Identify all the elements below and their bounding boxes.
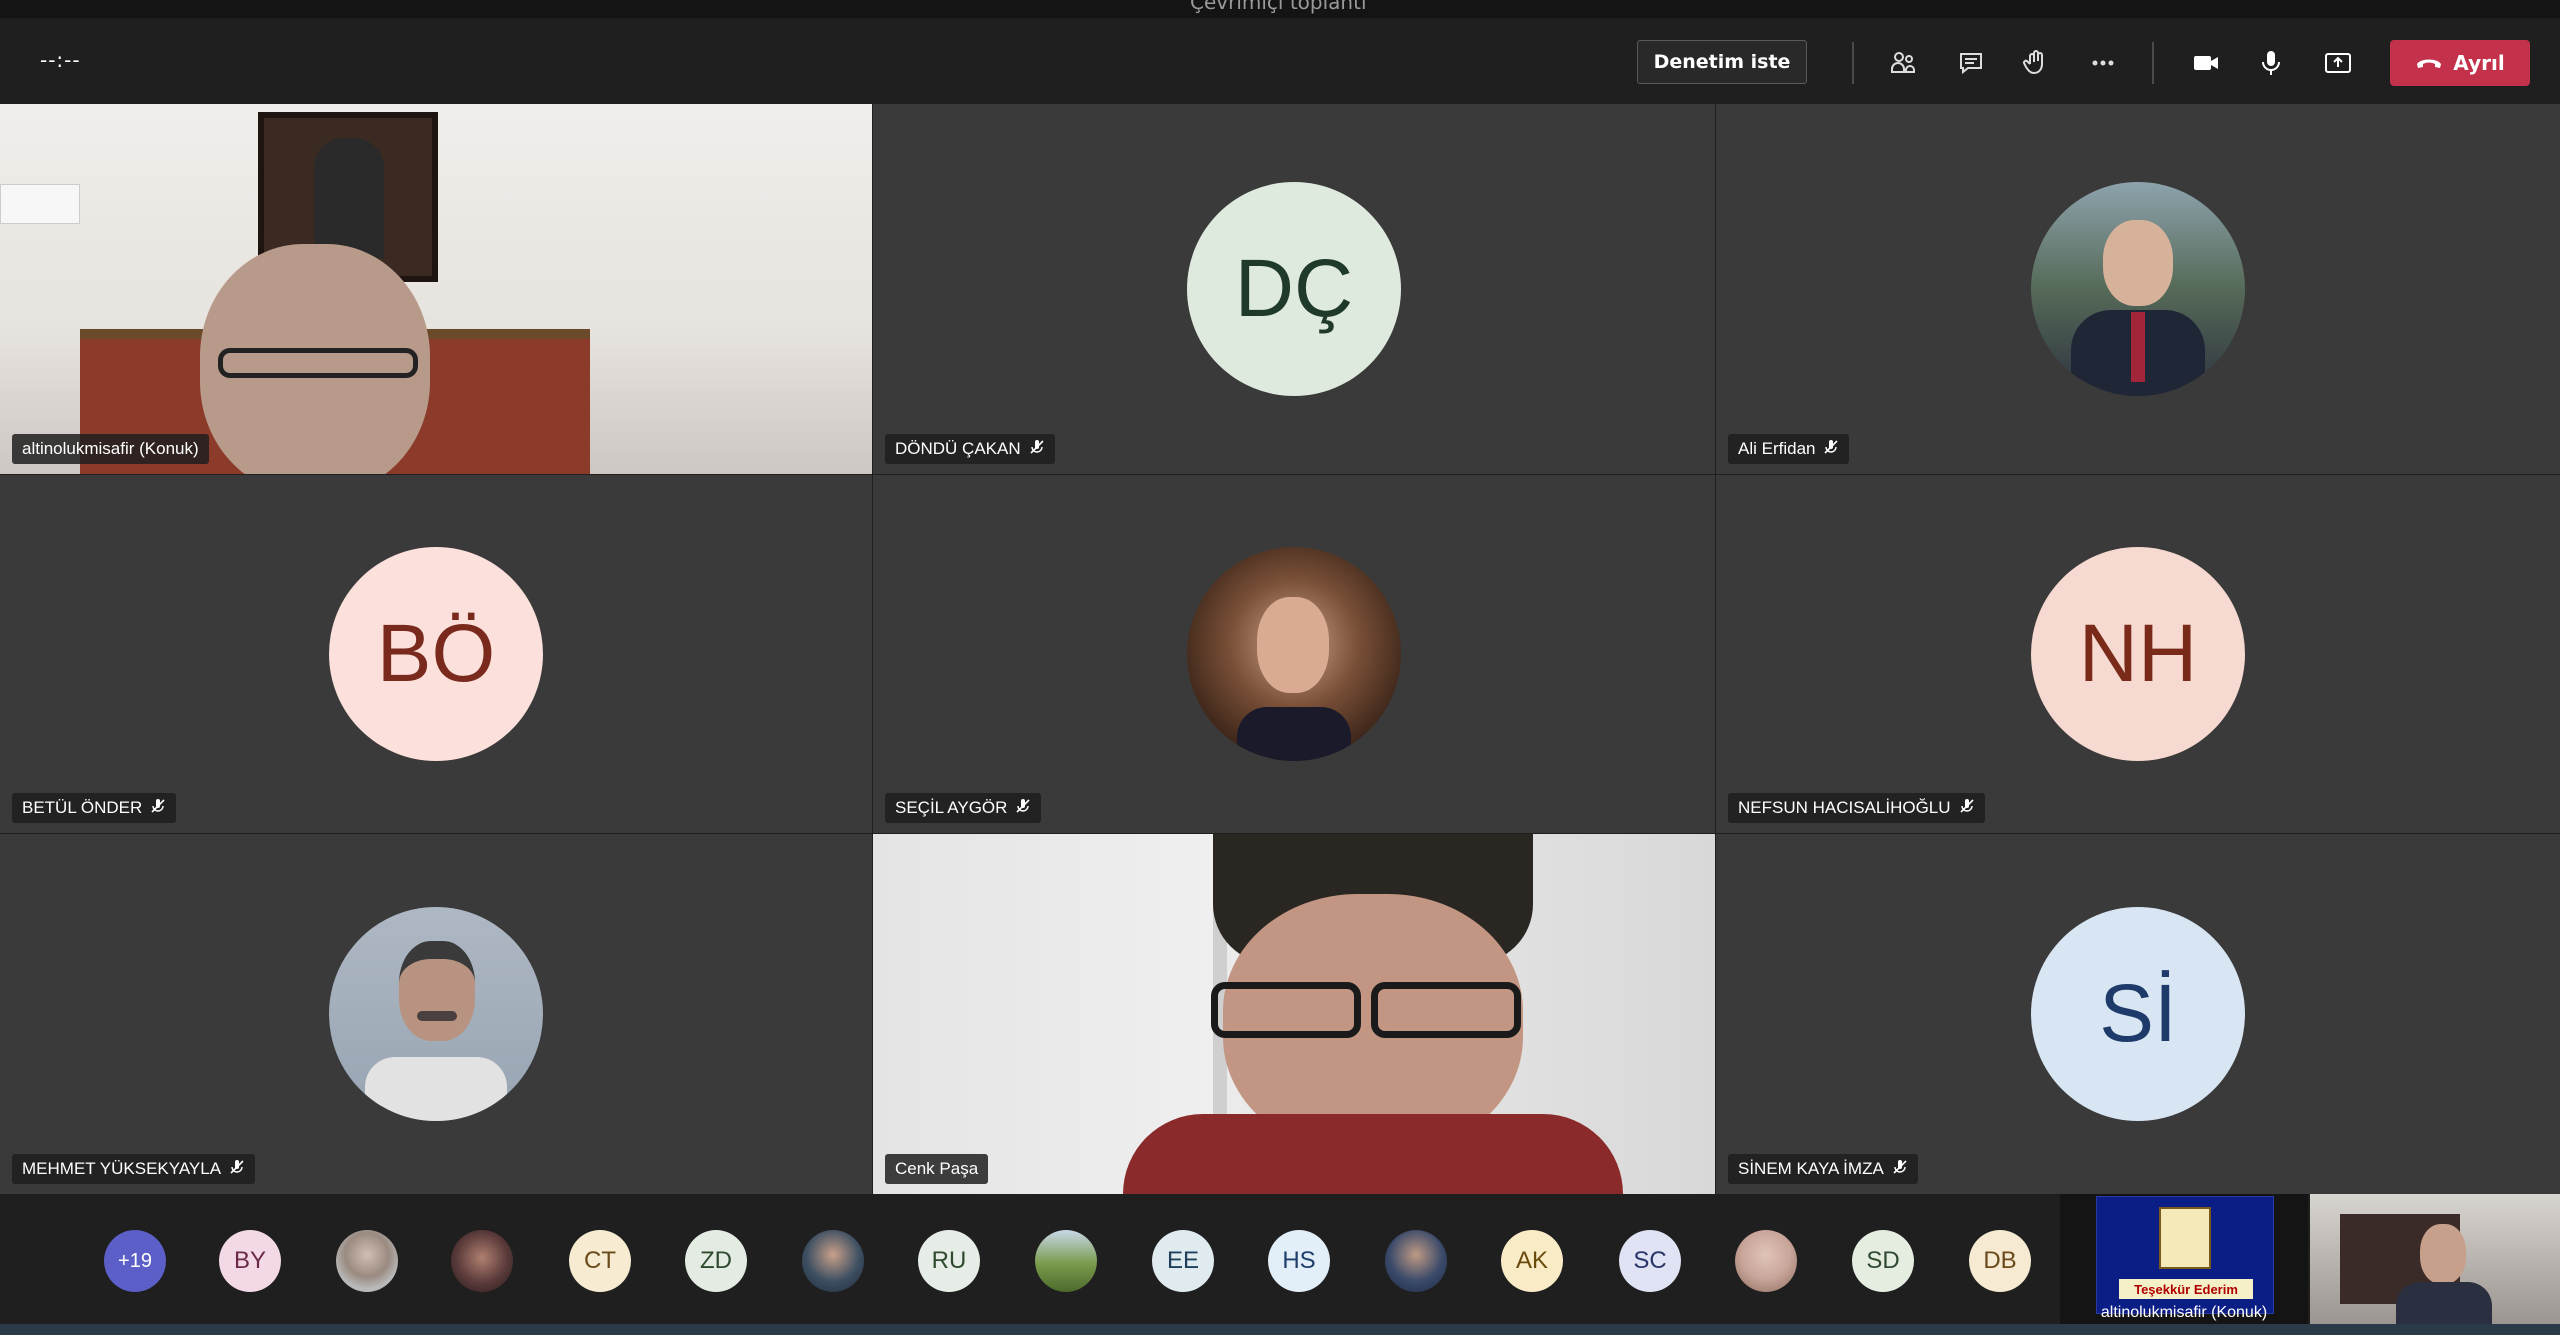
video-tile-altinolukmisafir[interactable]: altinolukmisafir (Konuk) [0, 104, 872, 474]
avatar: DÇ [1187, 182, 1401, 396]
participant-name-tag: SEÇİL AYGÖR [885, 793, 1042, 823]
strip-avatar-photo[interactable] [802, 1230, 864, 1292]
participant-name: Ali Erfidan [1738, 439, 1816, 458]
face [399, 941, 475, 1041]
mic-off-icon [1892, 1159, 1908, 1180]
camera-icon[interactable] [2183, 40, 2229, 86]
face [2103, 220, 2173, 306]
meeting-timer: --:-- [40, 48, 81, 72]
participant-tile-mehmet-yuksekyayla[interactable]: MEHMET YÜKSEKYAYLA [0, 834, 872, 1194]
participant-name-tag: SİNEM KAYA İMZA [1728, 1154, 1918, 1184]
participant-name: altinolukmisafir (Konuk) [22, 439, 199, 458]
window-title-bar: Çevrimiçi toplantı [0, 0, 2560, 18]
request-control-button[interactable]: Denetim iste [1637, 40, 1807, 84]
participant-tile-secil-aygor[interactable]: SEÇİL AYGÖR [873, 475, 1715, 833]
taskbar-edge [0, 1324, 2560, 1335]
air-conditioner [0, 184, 80, 224]
strip-avatar[interactable]: BY [219, 1230, 281, 1292]
participant-name: MEHMET YÜKSEKYAYLA [22, 1159, 222, 1178]
participant-name-tag: DÖNDÜ ÇAKAN [885, 434, 1055, 464]
shirt [365, 1057, 507, 1121]
eyeglasses-left [1211, 982, 1361, 1038]
meeting-control-bar: --:-- Denetim iste Ayrıl [0, 18, 2560, 104]
participant-name-tag: altinolukmisafir (Konuk) [12, 434, 209, 464]
eyeglasses-right [1371, 982, 1521, 1038]
tie [2131, 312, 2145, 382]
hang-up-icon [2415, 51, 2443, 75]
slide-caption: Teşekkür Ederim [2119, 1279, 2253, 1299]
strip-avatar-photo[interactable] [336, 1230, 398, 1292]
shared-content-owner: altinolukmisafir (Konuk) [2100, 1304, 2268, 1321]
leave-label: Ayrıl [2453, 51, 2505, 75]
avatar [329, 907, 543, 1121]
shared-slide: Teşekkür Ederim [2096, 1196, 2274, 1314]
chat-icon[interactable] [1948, 40, 1994, 86]
strip-avatar[interactable]: AK [1501, 1230, 1563, 1292]
participant-name: SİNEM KAYA İMZA [1738, 1159, 1884, 1178]
participant-tile-ali-erfidan[interactable]: Ali Erfidan [1716, 104, 2560, 474]
person-head [2420, 1224, 2466, 1284]
mic-off-icon [1029, 439, 1045, 460]
participant-name: DÖNDÜ ÇAKAN [895, 439, 1021, 458]
avatar: BÖ [329, 547, 543, 761]
suit [2396, 1282, 2492, 1324]
participant-tile-betul-onder[interactable]: BÖ BETÜL ÖNDER [0, 475, 872, 833]
strip-avatar-photo[interactable] [451, 1230, 513, 1292]
participant-name-tag: Ali Erfidan [1728, 434, 1850, 464]
separator [2152, 42, 2154, 84]
avatar [2031, 182, 2245, 396]
participant-name-tag: Cenk Paşa [885, 1154, 989, 1184]
mic-off-icon [1823, 439, 1839, 460]
microphone-icon[interactable] [2248, 40, 2294, 86]
avatar: NH [2031, 547, 2245, 761]
participant-name-tag: MEHMET YÜKSEKYAYLA [12, 1154, 256, 1184]
participant-name: NEFSUN HACISALİHOĞLU [1738, 798, 1951, 817]
participant-tile-nefsun-hacisalihoglu[interactable]: NH NEFSUN HACISALİHOĞLU [1716, 475, 2560, 833]
strip-avatar-photo[interactable] [1035, 1230, 1097, 1292]
mic-off-icon [1959, 798, 1975, 819]
participant-tile-sinem-kaya-imza[interactable]: Sİ SİNEM KAYA İMZA [1716, 834, 2560, 1194]
sweater [1123, 1114, 1623, 1194]
participant-tile-dondu-cakan[interactable]: DÇ DÖNDÜ ÇAKAN [873, 104, 1715, 474]
self-video-preview[interactable] [2310, 1194, 2560, 1324]
strip-avatar[interactable]: EE [1152, 1230, 1214, 1292]
raise-hand-icon[interactable] [2013, 40, 2059, 86]
strip-avatar[interactable]: SC [1619, 1230, 1681, 1292]
shared-content-tile[interactable]: Teşekkür Ederim altinolukmisafir (Konuk) [2060, 1194, 2308, 1324]
separator [1852, 42, 1854, 84]
strip-avatar-photo[interactable] [1735, 1230, 1797, 1292]
strip-avatar-photo[interactable] [1385, 1230, 1447, 1292]
mic-off-icon [1015, 798, 1031, 819]
video-tile-cenk-pasa[interactable]: Cenk Paşa [873, 834, 1715, 1194]
more-options-icon[interactable] [2080, 40, 2126, 86]
teams-meeting-window: Çevrimiçi toplantı --:-- Denetim iste Ay… [0, 0, 2560, 1335]
school-emblem [2159, 1207, 2211, 1269]
strip-avatar[interactable]: DB [1969, 1230, 2031, 1292]
participant-name-tag: BETÜL ÖNDER [12, 793, 177, 823]
strip-avatar[interactable]: RU [918, 1230, 980, 1292]
mic-off-icon [229, 1159, 245, 1180]
more-participants-button[interactable]: +19 [104, 1230, 166, 1292]
participants-icon[interactable] [1880, 40, 1926, 86]
leave-button[interactable]: Ayrıl [2390, 40, 2530, 86]
mustache [417, 1011, 457, 1021]
face [1257, 597, 1329, 693]
participant-name: SEÇİL AYGÖR [895, 798, 1008, 817]
avatar [1187, 547, 1401, 761]
strip-avatar[interactable]: SD [1852, 1230, 1914, 1292]
strip-avatar[interactable]: CT [569, 1230, 631, 1292]
window-title: Çevrimiçi toplantı [1190, 0, 1367, 14]
top [1237, 707, 1351, 761]
strip-avatar[interactable]: ZD [685, 1230, 747, 1292]
participant-name: Cenk Paşa [895, 1159, 979, 1178]
mic-off-icon [150, 798, 166, 819]
participant-name: BETÜL ÖNDER [22, 798, 143, 817]
strip-avatar[interactable]: HS [1268, 1230, 1330, 1292]
avatar: Sİ [2031, 907, 2245, 1121]
eyeglasses [218, 348, 418, 378]
share-screen-icon[interactable] [2315, 40, 2361, 86]
participant-name-tag: NEFSUN HACISALİHOĞLU [1728, 793, 1985, 823]
